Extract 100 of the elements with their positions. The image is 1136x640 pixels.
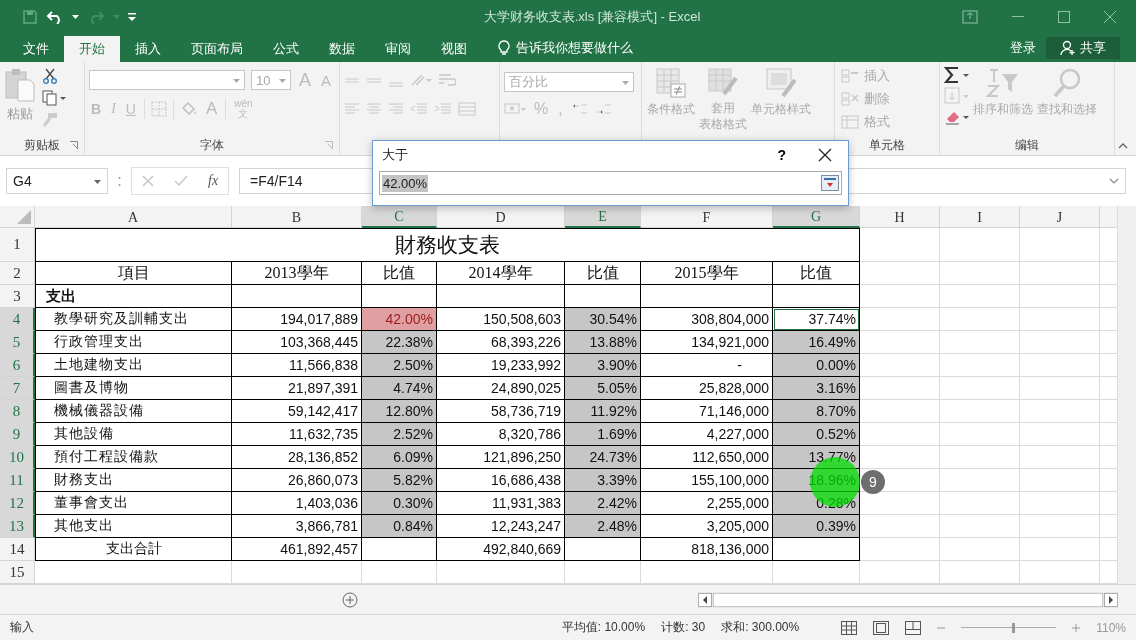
column-heading-cell: 比值 — [362, 262, 437, 285]
ribbon-tab[interactable]: 插入 — [120, 36, 176, 62]
zoom-in-icon[interactable] — [1072, 623, 1081, 632]
collapse-ribbon-icon[interactable] — [1118, 143, 1128, 149]
table-cell: 5.05% — [565, 377, 641, 400]
table-cell: 1.69% — [565, 423, 641, 446]
column-heading-cell: 2013學年 — [232, 262, 362, 285]
font-name-field[interactable] — [89, 70, 245, 90]
insert-function-button[interactable]: fx — [208, 173, 219, 189]
status-count: 计数: 30 — [661, 619, 706, 636]
magnifier-icon — [1052, 68, 1082, 98]
row-header[interactable]: 6 — [0, 354, 35, 377]
share-button[interactable]: 共享 — [1046, 37, 1120, 59]
format-cells-button[interactable]: 格式 — [839, 112, 935, 132]
table-cell: 支出 — [35, 285, 232, 308]
column-header[interactable]: A — [35, 206, 232, 228]
add-sheet-icon[interactable] — [342, 591, 358, 608]
insert-cells-button[interactable]: 插入 — [839, 66, 935, 86]
row-header[interactable]: 15 — [0, 561, 35, 584]
column-header[interactable]: G — [773, 206, 860, 228]
value-input-field[interactable]: 42.00% — [379, 171, 842, 195]
row-header[interactable]: 1 — [0, 228, 35, 262]
dropdown-icon — [233, 79, 240, 83]
row-header[interactable]: 13 — [0, 515, 35, 538]
vertical-scrollbar[interactable] — [1117, 206, 1136, 584]
table-cell: 0.52% — [773, 423, 860, 446]
normal-view-icon[interactable] — [841, 620, 858, 635]
row-header[interactable]: 11 — [0, 469, 35, 492]
row-header[interactable]: 2 — [0, 262, 35, 285]
sign-in-link[interactable]: 登录 — [1010, 39, 1036, 57]
close-icon[interactable] — [818, 148, 832, 162]
column-header[interactable]: I — [940, 206, 1020, 228]
table-cell: 12.80% — [362, 400, 437, 423]
number-format-field[interactable]: 百分比 — [504, 72, 634, 92]
ribbon-tab[interactable]: 视图 — [426, 36, 482, 62]
sort-filter-button[interactable]: 排序和筛选 — [972, 66, 1034, 120]
lightbulb-icon[interactable] — [498, 40, 510, 56]
ribbon-tab[interactable]: 数据 — [314, 36, 370, 62]
ribbon-tab[interactable]: 开始 — [64, 36, 120, 62]
name-box[interactable]: G4 — [6, 168, 108, 194]
column-header[interactable]: C — [362, 206, 437, 228]
column-header[interactable]: J — [1020, 206, 1100, 228]
dialog-launcher-icon[interactable] — [70, 141, 78, 149]
ribbon-display-icon[interactable] — [962, 10, 978, 24]
table-cell: 其他設備 — [35, 423, 232, 446]
column-header[interactable]: F — [641, 206, 773, 228]
range-picker-icon[interactable] — [821, 175, 839, 191]
column-header[interactable]: E — [565, 206, 641, 228]
ribbon-tab[interactable]: 审阅 — [370, 36, 426, 62]
dialog-launcher-icon[interactable] — [325, 141, 333, 149]
page-layout-icon[interactable] — [873, 620, 890, 635]
page-break-icon[interactable] — [905, 620, 922, 635]
minimize-icon[interactable] — [1012, 16, 1024, 18]
copy-icon[interactable] — [42, 90, 66, 106]
row-header[interactable]: 9 — [0, 423, 35, 446]
row-header[interactable]: 12 — [0, 492, 35, 515]
person-add-icon — [1060, 40, 1076, 56]
select-all-button[interactable] — [0, 206, 35, 228]
dropdown-icon — [279, 79, 286, 83]
column-header[interactable]: H — [860, 206, 940, 228]
paste-button[interactable]: 粘贴 — [4, 66, 36, 125]
row-header[interactable]: 3 — [0, 285, 35, 308]
row-header[interactable]: 8 — [0, 400, 35, 423]
ribbon-tab[interactable]: 文件 — [8, 36, 64, 62]
column-header[interactable]: D — [437, 206, 565, 228]
row-header[interactable]: 5 — [0, 331, 35, 354]
tell-me-search[interactable]: 告诉我你想要做什么 — [516, 39, 633, 57]
step-badge: 9 — [861, 470, 885, 494]
currency-icon — [504, 102, 526, 116]
customize-toolbar-icon[interactable] — [128, 13, 136, 21]
format-as-table-button[interactable]: 套用 表格格式 — [698, 66, 748, 135]
scroll-left-icon[interactable] — [698, 592, 712, 607]
cell-styles-button[interactable]: 单元格样式 — [750, 66, 812, 120]
row-header[interactable]: 10 — [0, 446, 35, 469]
zoom-level[interactable]: 110% — [1096, 620, 1126, 635]
sigma-icon[interactable] — [944, 66, 970, 84]
find-select-button[interactable]: 查找和选择 — [1036, 66, 1098, 120]
delete-cells-button[interactable]: 删除 — [839, 89, 935, 109]
scissors-icon[interactable] — [42, 68, 58, 84]
save-icon[interactable] — [22, 9, 38, 25]
decrease-decimal-icon — [594, 102, 613, 116]
caret-icon[interactable] — [72, 15, 79, 19]
status-sum: 求和: 300.00% — [721, 619, 800, 636]
scroll-right-icon[interactable] — [1104, 592, 1118, 607]
row-header[interactable]: 14 — [0, 538, 35, 561]
checkmark-icon[interactable] — [174, 175, 188, 187]
conditional-formatting-button[interactable]: 条件格式 — [646, 66, 696, 120]
expand-icon[interactable] — [1109, 178, 1119, 184]
help-button[interactable]: ? — [773, 147, 790, 163]
row-header[interactable]: 7 — [0, 377, 35, 400]
status-average: 平均值: 10.00% — [561, 619, 646, 636]
ribbon-tab[interactable]: 页面布局 — [176, 36, 258, 62]
ribbon-tab[interactable]: 公式 — [258, 36, 314, 62]
zoom-thumb[interactable] — [1012, 622, 1016, 633]
maximize-icon[interactable] — [1058, 11, 1070, 23]
column-header[interactable]: B — [232, 206, 362, 228]
font-size-field[interactable]: 10 — [251, 70, 291, 90]
scrollbar-thumb[interactable] — [713, 592, 1103, 607]
cancel-icon[interactable] — [142, 175, 154, 187]
row-header[interactable]: 4 — [0, 308, 35, 331]
